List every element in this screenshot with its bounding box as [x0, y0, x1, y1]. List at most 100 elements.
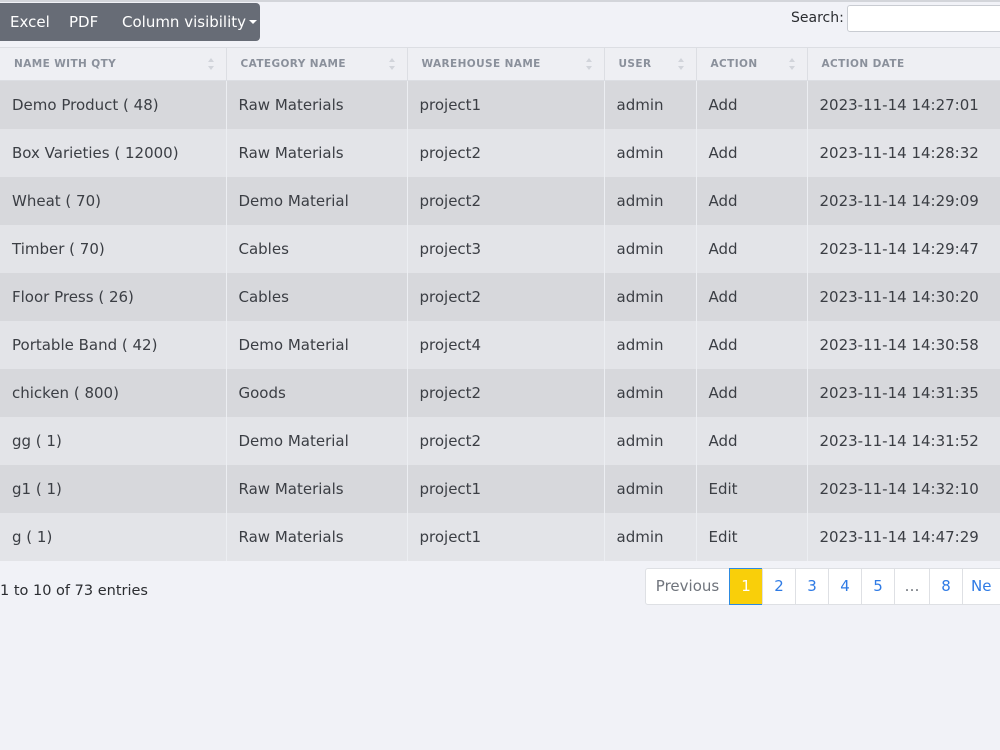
table-row: Portable Band ( 42) Demo Material projec…: [0, 320, 1000, 369]
pagination: Previous 1 2 3 4 5 … 8 Ne: [645, 568, 1000, 605]
table-row: gg ( 1) Demo Material project2 admin Add…: [0, 416, 1000, 465]
search-label: Search:: [791, 10, 844, 26]
table-row: Box Varieties ( 12000) Raw Materials pro…: [0, 128, 1000, 177]
cell-category-name: Raw Materials: [226, 464, 408, 513]
cell-action: Add: [696, 176, 808, 225]
column-header-action[interactable]: ACTION: [696, 47, 808, 81]
pagination-page-4[interactable]: 4: [828, 568, 862, 605]
sort-icon: [207, 58, 214, 70]
cell-category-name: Demo Material: [226, 416, 408, 465]
pagination-next-button[interactable]: Ne: [962, 568, 1000, 605]
cell-warehouse-name: project2: [407, 272, 605, 321]
cell-category-name: Raw Materials: [226, 512, 408, 561]
table-row: Demo Product ( 48) Raw Materials project…: [0, 80, 1000, 129]
cell-category-name: Raw Materials: [226, 128, 408, 177]
cell-warehouse-name: project1: [407, 512, 605, 561]
cell-warehouse-name: project2: [407, 176, 605, 225]
cell-name-with-qty: Wheat ( 70): [0, 176, 227, 225]
sort-icon: [788, 58, 795, 70]
cell-user: admin: [604, 368, 697, 417]
cell-action: Add: [696, 80, 808, 129]
cell-action-date: 2023-11-14 14:29:47: [807, 224, 1000, 273]
cell-user: admin: [604, 224, 697, 273]
table-row: chicken ( 800) Goods project2 admin Add …: [0, 368, 1000, 417]
cell-action-date: 2023-11-14 14:47:29: [807, 512, 1000, 561]
table-row: g1 ( 1) Raw Materials project1 admin Edi…: [0, 464, 1000, 513]
table-row: Wheat ( 70) Demo Material project2 admin…: [0, 176, 1000, 225]
column-visibility-label: Column visibility: [122, 13, 247, 31]
cell-user: admin: [604, 272, 697, 321]
search-input[interactable]: [847, 5, 1000, 32]
pagination-previous-button[interactable]: Previous: [645, 568, 730, 605]
sort-icon: [585, 58, 592, 70]
cell-action-date: 2023-11-14 14:30:20: [807, 272, 1000, 321]
cell-action-date: 2023-11-14 14:32:10: [807, 464, 1000, 513]
table-header-row: NAME WITH QTY CATEGORY NAME WAREHOUSE NA…: [0, 47, 1000, 81]
column-header-category-name[interactable]: CATEGORY NAME: [226, 47, 408, 81]
cell-warehouse-name: project1: [407, 464, 605, 513]
cell-name-with-qty: Demo Product ( 48): [0, 80, 227, 129]
cell-warehouse-name: project2: [407, 368, 605, 417]
cell-category-name: Goods: [226, 368, 408, 417]
cell-action: Add: [696, 224, 808, 273]
cell-user: admin: [604, 416, 697, 465]
cell-name-with-qty: g ( 1): [0, 512, 227, 561]
column-header-label: ACTION DATE: [821, 58, 905, 70]
cell-user: admin: [604, 320, 697, 369]
pagination-ellipsis: …: [894, 568, 930, 605]
top-divider: [0, 0, 1000, 2]
cell-name-with-qty: gg ( 1): [0, 416, 227, 465]
pagination-page-3[interactable]: 3: [795, 568, 829, 605]
cell-action: Edit: [696, 512, 808, 561]
column-header-user[interactable]: USER: [604, 47, 697, 81]
cell-warehouse-name: project3: [407, 224, 605, 273]
pagination-page-5[interactable]: 5: [861, 568, 895, 605]
cell-warehouse-name: project2: [407, 128, 605, 177]
cell-action: Add: [696, 368, 808, 417]
cell-user: admin: [604, 176, 697, 225]
column-header-label: USER: [618, 58, 652, 70]
table-row: g ( 1) Raw Materials project1 admin Edit…: [0, 512, 1000, 561]
cell-action-date: 2023-11-14 14:31:35: [807, 368, 1000, 417]
cell-category-name: Cables: [226, 272, 408, 321]
table-row: Timber ( 70) Cables project3 admin Add 2…: [0, 224, 1000, 273]
excel-button[interactable]: Excel: [10, 3, 50, 41]
cell-name-with-qty: Box Varieties ( 12000): [0, 128, 227, 177]
pagination-page-1[interactable]: 1: [729, 568, 763, 605]
column-header-label: CATEGORY NAME: [240, 58, 346, 70]
cell-action: Add: [696, 128, 808, 177]
cell-user: admin: [604, 464, 697, 513]
cell-action-date: 2023-11-14 14:28:32: [807, 128, 1000, 177]
cell-name-with-qty: Portable Band ( 42): [0, 320, 227, 369]
cell-action-date: 2023-11-14 14:29:09: [807, 176, 1000, 225]
cell-name-with-qty: g1 ( 1): [0, 464, 227, 513]
pdf-button[interactable]: PDF: [69, 3, 98, 41]
cell-category-name: Cables: [226, 224, 408, 273]
cell-name-with-qty: Timber ( 70): [0, 224, 227, 273]
cell-action-date: 2023-11-14 14:30:58: [807, 320, 1000, 369]
cell-action: Add: [696, 272, 808, 321]
caret-down-icon: [249, 19, 258, 24]
cell-user: admin: [604, 512, 697, 561]
cell-category-name: Raw Materials: [226, 80, 408, 129]
column-header-label: NAME WITH QTY: [14, 58, 117, 70]
pagination-page-8[interactable]: 8: [929, 568, 963, 605]
column-header-label: WAREHOUSE NAME: [421, 58, 541, 70]
cell-user: admin: [604, 128, 697, 177]
column-visibility-button[interactable]: Column visibility: [122, 3, 258, 41]
sort-icon: [677, 58, 684, 70]
column-header-label: ACTION: [710, 58, 758, 70]
cell-action: Add: [696, 320, 808, 369]
pagination-page-2[interactable]: 2: [762, 568, 796, 605]
cell-category-name: Demo Material: [226, 176, 408, 225]
column-header-name-with-qty[interactable]: NAME WITH QTY: [0, 47, 227, 81]
cell-action-date: 2023-11-14 14:31:52: [807, 416, 1000, 465]
cell-action: Edit: [696, 464, 808, 513]
column-header-warehouse-name[interactable]: WAREHOUSE NAME: [407, 47, 605, 81]
sort-icon: [388, 58, 395, 70]
column-header-action-date[interactable]: ACTION DATE: [807, 47, 1000, 81]
cell-action-date: 2023-11-14 14:27:01: [807, 80, 1000, 129]
export-button-group: Excel PDF Column visibility: [0, 3, 260, 41]
cell-warehouse-name: project4: [407, 320, 605, 369]
cell-name-with-qty: chicken ( 800): [0, 368, 227, 417]
